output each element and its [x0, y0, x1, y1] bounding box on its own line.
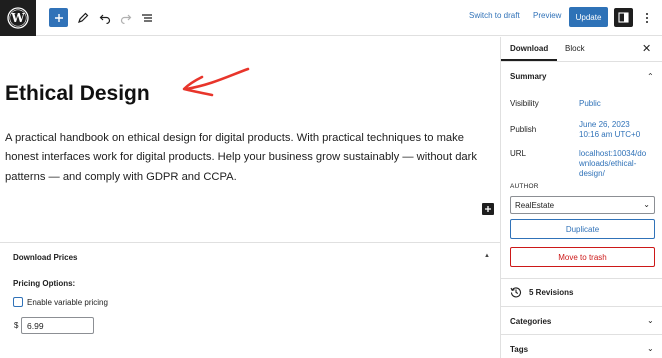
tags-panel[interactable]: Tags ⌄	[501, 334, 662, 358]
plus-icon	[54, 13, 63, 22]
add-block-button[interactable]	[49, 8, 68, 27]
plus-icon	[485, 206, 491, 212]
tags-title: Tags	[510, 345, 529, 354]
editor-canvas: Ethical Design A practical handbook on e…	[0, 37, 500, 242]
editor-toolbar: W Switch to draft Preview Update	[0, 0, 662, 36]
visibility-value[interactable]: Public	[579, 99, 601, 109]
add-block-inline-button[interactable]	[482, 203, 494, 215]
url-line: wnloads/ethical-	[579, 159, 637, 168]
settings-button[interactable]	[614, 8, 633, 27]
undo-button[interactable]	[96, 8, 114, 27]
collapse-caret-icon[interactable]: ▲	[484, 253, 490, 259]
document-overview-button[interactable]	[138, 8, 156, 27]
author-value: RealEstate	[515, 201, 555, 210]
switch-to-draft-button[interactable]: Switch to draft	[469, 11, 520, 20]
undo-icon	[99, 14, 111, 24]
annotation-arrow-icon	[182, 67, 250, 97]
svg-text:W: W	[10, 11, 25, 25]
categories-title: Categories	[510, 317, 552, 326]
price-input[interactable]: 6.99	[21, 317, 94, 334]
sidebar-tabs: Download Block ✕	[501, 37, 662, 62]
chevron-down-icon: ⌄	[643, 200, 650, 209]
author-label: AUTHOR	[510, 183, 539, 190]
active-tab-indicator	[501, 59, 557, 61]
chevron-up-icon: ⌃	[647, 72, 654, 81]
tab-block[interactable]: Block	[565, 44, 585, 53]
update-button[interactable]: Update	[569, 7, 608, 27]
chevron-down-icon: ⌄	[647, 344, 654, 353]
publish-value[interactable]: June 26, 2023 10:16 am UTC+0	[579, 120, 640, 140]
redo-button[interactable]	[117, 8, 135, 27]
variable-pricing-checkbox[interactable]	[13, 297, 23, 307]
more-vertical-icon	[646, 12, 648, 23]
sidebar-toggle-icon	[618, 12, 629, 23]
variable-pricing-label: Enable variable pricing	[27, 298, 108, 307]
preview-button[interactable]: Preview	[533, 11, 561, 20]
move-to-trash-button[interactable]: Move to trash	[510, 247, 655, 267]
chevron-down-icon: ⌄	[647, 316, 654, 325]
redo-icon	[120, 14, 132, 24]
post-title[interactable]: Ethical Design	[5, 82, 150, 106]
close-icon[interactable]: ✕	[642, 42, 651, 55]
pen-icon	[78, 12, 89, 23]
settings-sidebar: Download Block ✕ Summary ⌃ Visibility Pu…	[500, 37, 662, 358]
url-value[interactable]: localhost:10034/do wnloads/ethical- desi…	[579, 149, 646, 179]
wordpress-logo-icon[interactable]: W	[0, 0, 36, 36]
categories-panel[interactable]: Categories ⌄	[501, 306, 662, 334]
url-label: URL	[510, 149, 527, 158]
author-select[interactable]: RealEstate ⌄	[510, 196, 655, 214]
tab-download[interactable]: Download	[510, 44, 548, 53]
download-prices-metabox: Download Prices ▲ Pricing Options: Enabl…	[0, 242, 500, 358]
summary-title: Summary	[510, 72, 547, 81]
publish-date: June 26, 2023	[579, 120, 630, 129]
list-view-icon	[142, 13, 152, 22]
publish-time: 10:16 am UTC+0	[579, 130, 641, 139]
tools-button[interactable]	[74, 8, 92, 27]
url-line: design/	[579, 169, 605, 178]
summary-panel-header[interactable]: Summary ⌃	[501, 63, 662, 84]
pricing-options-label: Pricing Options:	[13, 279, 76, 288]
url-line: localhost:10034/do	[579, 149, 647, 158]
currency-symbol: $	[14, 321, 19, 330]
duplicate-button[interactable]: Duplicate	[510, 219, 655, 239]
visibility-label: Visibility	[510, 99, 539, 108]
publish-label: Publish	[510, 125, 537, 134]
options-button[interactable]	[640, 8, 654, 27]
history-icon	[510, 287, 522, 298]
metabox-title: Download Prices	[13, 253, 78, 262]
revisions-label: 5 Revisions	[529, 288, 574, 297]
post-paragraph[interactable]: A practical handbook on ethical design f…	[5, 129, 493, 187]
revisions-row[interactable]: 5 Revisions	[501, 278, 662, 306]
